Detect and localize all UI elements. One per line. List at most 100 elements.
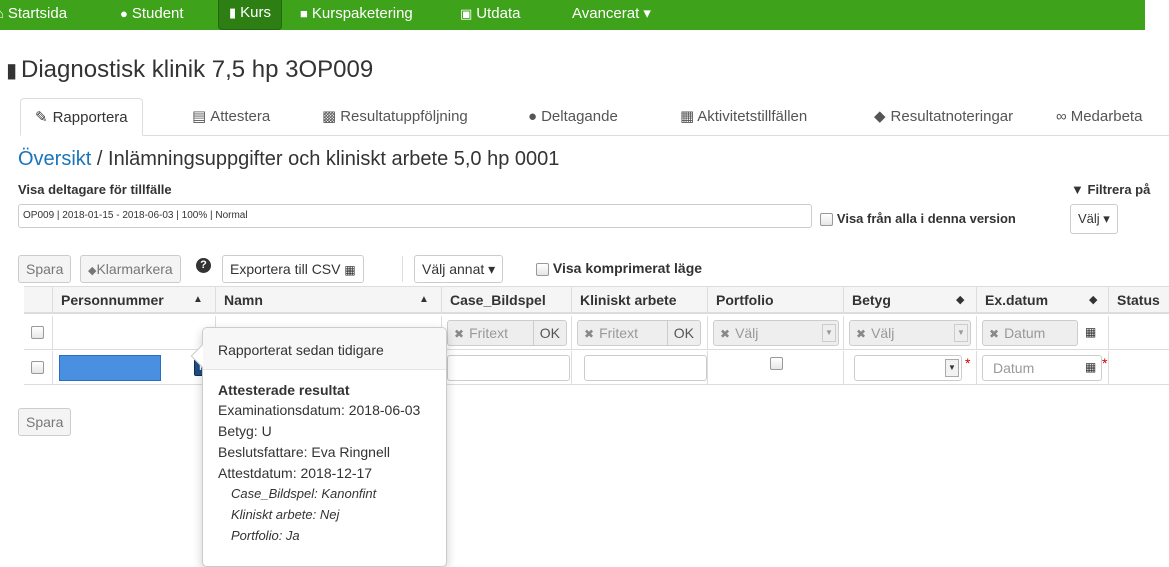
clear-icon: ✖	[720, 327, 731, 341]
table-header: Personnummer ▲ Namn ▲ Case_Bildspel Klin…	[24, 286, 1169, 314]
bulk-klin-ok-button[interactable]: OK	[666, 321, 700, 345]
file-icon: ▣	[460, 6, 473, 21]
bulk-case-ok-button[interactable]: OK	[532, 321, 566, 345]
user-icon: ●	[120, 6, 128, 21]
popover-title: Rapporterat sedan tidigare	[203, 328, 446, 370]
portfolio-checkbox[interactable]	[770, 357, 783, 370]
help-icon[interactable]: ?	[196, 258, 211, 273]
link-icon: ∞	[1056, 108, 1067, 125]
select-other-dropdown[interactable]: Välj annat ▾	[414, 255, 504, 283]
tab-resultatuppfoljning[interactable]: ▩ Resultatuppföljning	[322, 98, 468, 136]
inbox-icon: ▤	[192, 108, 207, 125]
bulk-edit-row: ✖ Fritext OK ✖ Fritext OK ✖ Välj ▼ ✖ Välj ▼	[24, 316, 1169, 350]
nav-kurspaketering[interactable]: ■ Kurspaketering	[300, 3, 413, 30]
chevron-down-icon: ▼	[945, 359, 959, 377]
betyg-select[interactable]: ▼	[854, 355, 962, 381]
bulk-betyg-select[interactable]: ✖ Välj ▼	[849, 320, 971, 346]
nav-startsida[interactable]: ⌂Startsida	[0, 3, 67, 30]
clear-icon: ✖	[454, 327, 465, 341]
bulk-klin-input[interactable]: ✖ Fritext OK	[577, 320, 701, 346]
show-all-option: Visa från alla i denna version	[820, 210, 1016, 226]
save-button-top[interactable]: Spara	[18, 255, 72, 283]
calendar-icon[interactable]: ▦	[1085, 325, 1096, 339]
clear-icon: ✖	[584, 327, 595, 341]
popover-exam-date: Examinationsdatum: 2018-06-03	[218, 402, 421, 418]
pencil-icon: ✎	[35, 109, 48, 126]
table-icon: ▦	[344, 263, 356, 277]
tab-resultatnoteringar[interactable]: ◆ Resultatnoteringar	[874, 98, 1013, 136]
page-title: ▮ Diagnostisk klinik 7,5 hp 3OP009	[6, 56, 374, 83]
mark-ready-button[interactable]: ◆Klarmarkera	[80, 255, 181, 283]
occasion-label: Visa deltagare för tillfälle	[18, 182, 172, 197]
select-all-checkbox[interactable]	[31, 326, 44, 339]
toolbar-divider	[402, 256, 403, 282]
filter-label: ▼ Filtrera på	[1071, 182, 1151, 197]
bar-chart-icon: ▩	[322, 108, 337, 125]
header-betyg[interactable]: Betyg ◆	[843, 287, 976, 313]
header-select	[24, 287, 52, 313]
personnummer-redacted	[59, 355, 161, 381]
compressed-option: Visa komprimerat läge	[536, 260, 702, 276]
header-case-bildspel[interactable]: Case_Bildspel	[441, 287, 571, 313]
calendar-icon: ▦	[680, 108, 695, 125]
chevron-down-icon: ▼	[822, 324, 836, 342]
ex-datum-input[interactable]: Datum	[982, 355, 1102, 381]
chevron-down-icon: ▼	[954, 324, 968, 342]
sort-asc-icon: ▲	[193, 294, 203, 305]
sort-asc-icon: ▲	[419, 294, 429, 305]
header-ex-datum[interactable]: Ex.datum ◆	[976, 287, 1108, 313]
book-icon: ▮	[229, 5, 237, 20]
tab-medarbeta[interactable]: ∞ Medarbeta	[1056, 98, 1142, 136]
header-personnummer[interactable]: Personnummer ▲	[52, 287, 215, 313]
popover-attest-date: Attestdatum: 2018-12-17	[218, 465, 373, 481]
header-portfolio[interactable]: Portfolio	[707, 287, 843, 313]
popover-grade: Betyg: U	[218, 423, 272, 439]
sort-icon: ◆	[1089, 294, 1098, 306]
popover-decision-maker: Beslutsfattare: Eva Ringnell	[218, 444, 390, 460]
tab-deltagande[interactable]: ● Deltagande	[528, 98, 618, 136]
bulk-case-input[interactable]: ✖ Fritext OK	[447, 320, 567, 346]
header-status[interactable]: Status	[1108, 287, 1169, 313]
save-button-bottom[interactable]: Spara	[18, 408, 72, 436]
required-marker: *	[965, 355, 971, 371]
sort-icon: ◆	[956, 294, 965, 306]
folder-icon: ■	[300, 6, 308, 21]
header-namn[interactable]: Namn ▲	[215, 287, 441, 313]
book-icon: ▮	[6, 60, 18, 82]
breadcrumb-oversikt-link[interactable]: Översikt	[18, 148, 91, 170]
bulk-portfolio-select[interactable]: ✖ Välj ▼	[713, 320, 839, 346]
export-csv-button[interactable]: Exportera till CSV ▦	[222, 255, 364, 283]
home-icon: ⌂	[0, 3, 4, 25]
reported-results-popover: Rapporterat sedan tidigare Attesterade r…	[190, 327, 447, 567]
filter-icon: ▼	[1071, 182, 1084, 197]
tab-aktivitetstillfallen[interactable]: ▦ Aktivitetstillfällen	[680, 98, 807, 136]
top-navbar: ⌂Startsida ●Student ▮Kurs ■Kurspaketerin…	[0, 0, 1145, 30]
case-bildspel-input[interactable]	[447, 355, 570, 381]
clear-icon: ✖	[856, 327, 867, 341]
popover-heading: Attesterade resultat	[218, 382, 350, 398]
user-icon: ●	[528, 108, 538, 125]
breadcrumb: Översikt / Inlämningsuppgifter och klini…	[18, 148, 560, 170]
nav-student[interactable]: ● Student	[120, 3, 184, 30]
occasion-select[interactable]: OP009 | 2018-01-15 - 2018-06-03 | 100% |…	[18, 204, 812, 228]
kliniskt-arbete-input[interactable]	[584, 355, 707, 381]
tab-bar: ✎ Rapportera ▤ Attestera ▩ Resultatuppföljn…	[20, 98, 1169, 136]
popover-case-result: Case_Bildspel: Kanonfint	[231, 486, 377, 501]
tab-rapportera[interactable]: ✎ Rapportera	[20, 98, 143, 136]
tab-attestera[interactable]: ▤ Attestera	[192, 98, 270, 136]
clear-icon: ✖	[989, 327, 1000, 341]
filter-select[interactable]: Välj ▾	[1070, 204, 1118, 234]
popover-klin-result: Kliniskt arbete: Nej	[231, 507, 340, 522]
nav-avancerat[interactable]: Avancerat ▾	[572, 3, 651, 30]
header-kliniskt-arbete[interactable]: Kliniskt arbete	[571, 287, 707, 313]
bulk-date-input[interactable]: ✖ Datum	[982, 320, 1078, 346]
calendar-icon[interactable]: ▦	[1085, 360, 1096, 374]
tag-icon: ◆	[874, 108, 886, 125]
nav-utdata[interactable]: ▣ Utdata	[460, 3, 521, 30]
nav-kurs[interactable]: ▮ Kurs	[218, 0, 282, 30]
row-checkbox[interactable]	[31, 361, 44, 374]
popover-portfolio-result: Portfolio: Ja	[231, 528, 300, 543]
required-marker: *	[1102, 355, 1108, 371]
show-all-checkbox[interactable]	[820, 212, 833, 226]
compressed-checkbox[interactable]	[536, 262, 549, 276]
